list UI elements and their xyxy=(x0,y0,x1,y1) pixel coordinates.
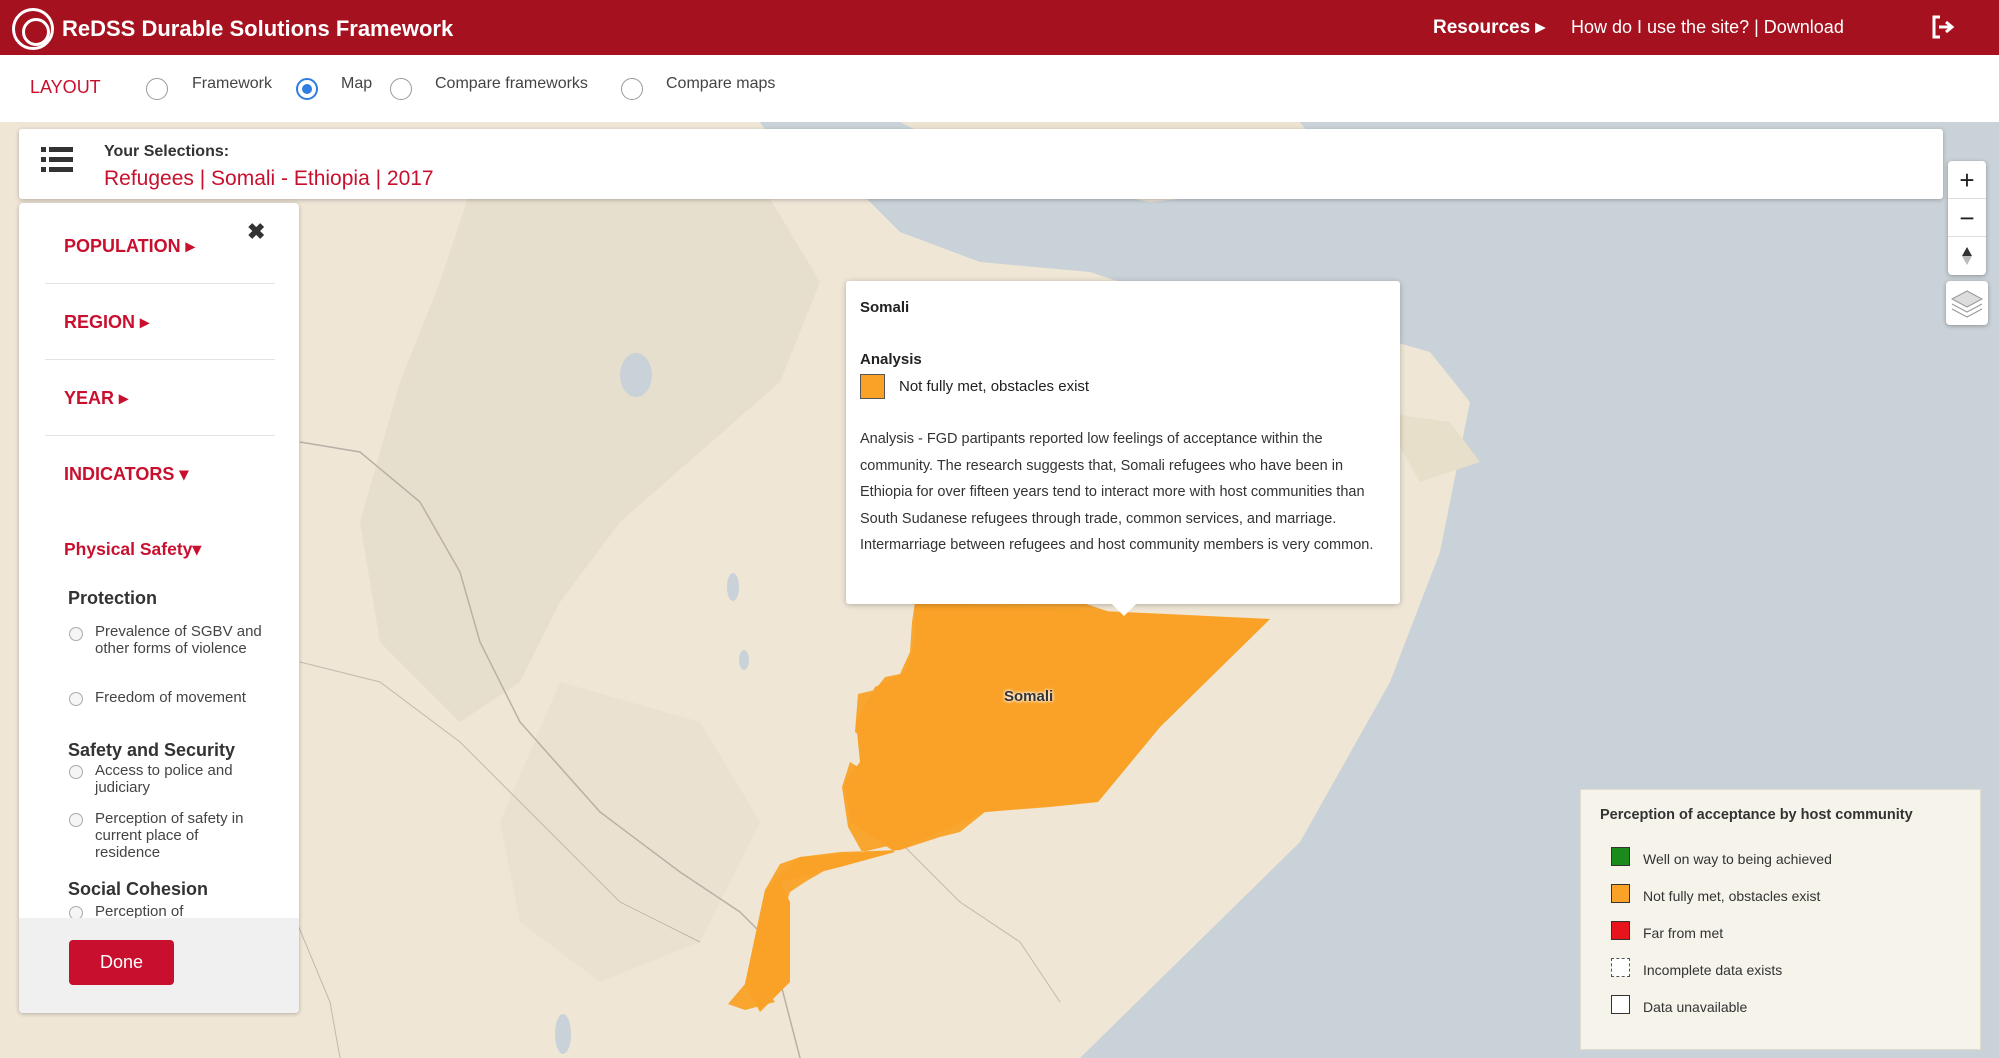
redss-logo[interactable] xyxy=(12,8,54,50)
section-indicators[interactable]: INDICATORS ▾ xyxy=(64,464,188,485)
legend-title: Perception of acceptance by host communi… xyxy=(1600,807,1913,823)
layout-option-framework[interactable]: Framework xyxy=(192,75,272,93)
list-menu-icon[interactable] xyxy=(41,145,73,175)
legend-swatch-not-fully-met xyxy=(1611,884,1630,903)
legend-label-not-fully-met: Not fully met, obstacles exist xyxy=(1643,888,1821,904)
popup-analysis-text: Analysis - FGD partipants reported low f… xyxy=(860,431,1374,553)
radio-sgbv[interactable] xyxy=(69,627,83,641)
option-perception-safety[interactable]: Perception of safety in current place of… xyxy=(95,810,265,861)
divider xyxy=(45,359,275,360)
popup-status-swatch xyxy=(860,374,885,399)
radio-perception-safety[interactable] xyxy=(69,813,83,827)
legend-swatch-far-from-met xyxy=(1611,921,1630,940)
section-year[interactable]: YEAR ▸ xyxy=(64,388,128,409)
legend-label-well-on-way: Well on way to being achieved xyxy=(1643,851,1832,867)
radio-compare-maps[interactable] xyxy=(621,78,643,100)
popup-status: Not fully met, obstacles exist xyxy=(899,378,1090,395)
close-panel-icon[interactable]: ✖ xyxy=(247,219,265,245)
subheading-safety-security: Safety and Security xyxy=(68,740,236,760)
layout-bar: LAYOUT Framework Map Compare frameworks … xyxy=(0,55,1999,122)
resources-menu[interactable]: Resources ▸ xyxy=(1433,16,1545,39)
done-button[interactable]: Done xyxy=(69,940,174,985)
zoom-in-button[interactable]: + xyxy=(1948,161,1986,199)
option-freedom-of-movement[interactable]: Freedom of movement xyxy=(95,689,265,706)
legend-label-data-unavailable: Data unavailable xyxy=(1643,999,1748,1015)
popup-title: Somali xyxy=(860,299,910,316)
subheading-social-cohesion: Social Cohesion xyxy=(68,879,209,899)
filter-panel: ✖ POPULATION ▸ REGION ▸ YEAR ▸ INDICATOR… xyxy=(19,203,299,1013)
selections-bar: Your Selections: Refugees | Somali - Eth… xyxy=(19,129,1943,199)
legend-swatch-incomplete-data xyxy=(1611,958,1630,977)
legend-label-far-from-met: Far from met xyxy=(1643,925,1724,941)
help-download-links[interactable]: How do I use the site? | Download xyxy=(1571,17,1844,38)
logout-icon[interactable] xyxy=(1930,14,1956,40)
radio-police-judiciary[interactable] xyxy=(69,765,83,779)
site-title[interactable]: ReDSS Durable Solutions Framework xyxy=(62,16,453,42)
section-population[interactable]: POPULATION ▸ xyxy=(64,236,195,257)
region-info-popup: Somali Analysis Not fully met, obstacles… xyxy=(846,281,1400,616)
layout-option-compare-maps[interactable]: Compare maps xyxy=(666,75,775,93)
map-legend: Perception of acceptance by host communi… xyxy=(1580,789,1981,1050)
top-navigation-bar: ReDSS Durable Solutions Framework Resour… xyxy=(0,0,1999,55)
layers-icon xyxy=(1950,290,1984,318)
selections-value: Refugees | Somali - Ethiopia | 2017 xyxy=(104,167,434,190)
radio-freedom-of-movement[interactable] xyxy=(69,692,83,706)
option-sgbv[interactable]: Prevalence of SGBV and other forms of vi… xyxy=(95,623,265,657)
layers-button[interactable] xyxy=(1946,281,1988,325)
legend-swatch-data-unavailable xyxy=(1611,995,1630,1014)
zoom-out-button[interactable]: − xyxy=(1948,199,1986,237)
layout-option-map[interactable]: Map xyxy=(341,75,372,93)
radio-map[interactable] xyxy=(296,78,318,100)
zoom-controls: + − xyxy=(1948,161,1986,275)
compass-icon xyxy=(1962,247,1972,265)
popup-analysis-heading: Analysis xyxy=(860,351,922,368)
layout-option-compare-frameworks[interactable]: Compare frameworks xyxy=(435,75,588,93)
section-region[interactable]: REGION ▸ xyxy=(64,312,149,333)
radio-framework[interactable] xyxy=(146,78,168,100)
option-police-judiciary[interactable]: Access to police and judiciary xyxy=(95,762,265,796)
divider xyxy=(45,435,275,436)
layout-label: LAYOUT xyxy=(30,77,101,97)
divider xyxy=(45,283,275,284)
indicator-group-physical-safety[interactable]: Physical Safety▾ xyxy=(64,539,201,560)
map-region-label: Somali xyxy=(1004,688,1054,705)
legend-label-incomplete-data: Incomplete data exists xyxy=(1643,962,1783,978)
reset-north-button[interactable] xyxy=(1948,237,1986,275)
panel-footer: Done xyxy=(19,918,299,1013)
radio-compare-frameworks[interactable] xyxy=(390,78,412,100)
legend-swatch-well-on-way xyxy=(1611,847,1630,866)
selections-title: Your Selections: xyxy=(104,143,230,160)
subheading-protection: Protection xyxy=(68,588,158,608)
